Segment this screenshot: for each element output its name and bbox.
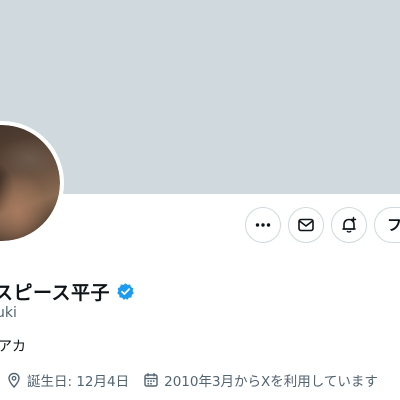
follow-button[interactable]: フ	[374, 207, 400, 243]
location-pin-icon	[8, 372, 20, 388]
verified-badge-icon[interactable]	[116, 282, 135, 301]
birthday-item: 誕生日: 12月4日	[6, 370, 129, 390]
notify-button[interactable]	[331, 207, 367, 243]
profile-page: フ スピース平子 uki アカ 誕生日: 12月4日	[0, 0, 400, 400]
more-button[interactable]	[245, 207, 281, 243]
profile-meta: 誕生日: 12月4日 2010年3月からXを利用しています	[6, 370, 392, 390]
birthday-text: 誕生日: 12月4日	[27, 374, 130, 390]
joined-item: 2010年3月からXを利用しています	[143, 370, 378, 390]
profile-handle: uki	[0, 305, 17, 321]
more-icon	[255, 223, 271, 227]
display-name: スピース平子	[0, 281, 111, 304]
notification-bell-icon	[342, 216, 357, 233]
message-button[interactable]	[288, 207, 324, 243]
message-icon	[298, 218, 314, 232]
joined-text: 2010年3月からXを利用しています	[164, 374, 378, 390]
name-row: スピース平子	[0, 278, 135, 304]
profile-bio: アカ	[0, 339, 26, 355]
calendar-icon	[144, 372, 158, 387]
